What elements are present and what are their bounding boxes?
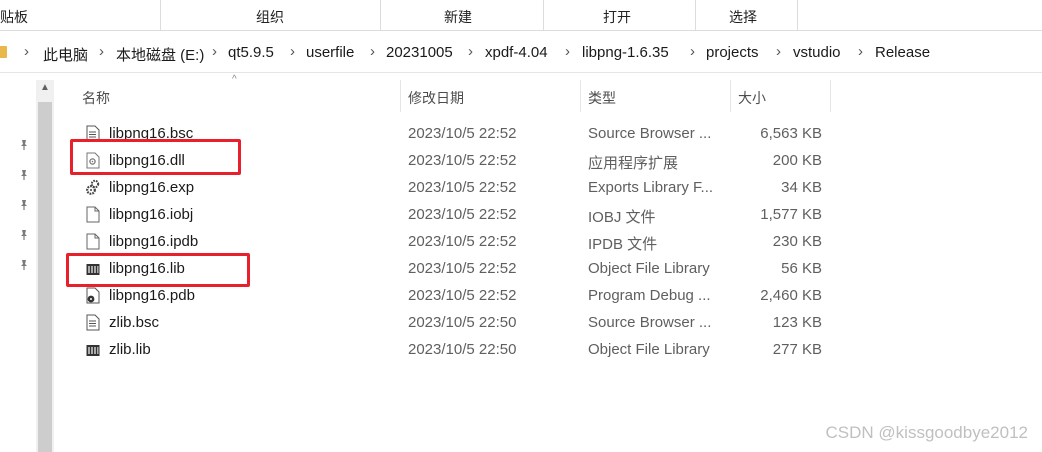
breadcrumb-20231005[interactable]: 20231005 (386, 44, 453, 61)
chevron-right-icon[interactable]: › (690, 43, 695, 60)
sort-ascending-icon: ^ (232, 74, 237, 85)
breadcrumb-userfile[interactable]: userfile (306, 44, 354, 61)
file-name[interactable]: libpng16.exp (109, 179, 194, 196)
file-size: 123 KB (772, 314, 822, 331)
file-name[interactable]: libpng16.pdb (109, 287, 195, 304)
file-type: 应用程序扩展 (588, 155, 679, 172)
pin-icon[interactable] (18, 259, 30, 271)
file-type: Object File Library (588, 341, 710, 358)
file-type: IOBJ 文件 (588, 209, 656, 226)
file-size: 277 KB (772, 341, 822, 358)
chevron-right-icon[interactable]: › (776, 43, 781, 60)
file-date: 2023/10/5 22:50 (408, 314, 517, 331)
file-date: 2023/10/5 22:52 (408, 233, 517, 250)
breadcrumb-qt[interactable]: qt5.9.5 (228, 44, 274, 61)
highlight-box-lib (66, 253, 250, 287)
breadcrumb-libpng[interactable]: libpng-1.6.35 (582, 44, 669, 61)
ribbon-group-open[interactable]: 打开 (603, 7, 631, 27)
file-name[interactable]: libpng16.iobj (109, 206, 193, 223)
file-size: 6,563 KB (760, 125, 822, 142)
file-row[interactable]: libpng16.ipdb 2023/10/5 22:52 IPDB 文件 23… (78, 228, 830, 255)
ribbon: 剪贴板 组织 新建 打开 选择 (0, 0, 1042, 31)
breadcrumb-release[interactable]: Release (875, 44, 930, 61)
debug-file-icon (86, 287, 100, 304)
file-date: 2023/10/5 22:52 (408, 206, 517, 223)
ribbon-group-organize[interactable]: 组织 (256, 7, 284, 27)
column-header-type[interactable]: 类型 (588, 88, 616, 108)
chevron-right-icon[interactable]: › (212, 43, 217, 60)
file-type: Source Browser ... (588, 125, 712, 142)
breadcrumb[interactable]: › 此电脑 › 本地磁盘 (E:) › qt5.9.5 › userfile ›… (0, 38, 1042, 68)
column-divider[interactable] (580, 80, 581, 112)
file-date: 2023/10/5 22:52 (408, 125, 517, 142)
column-header-date[interactable]: 修改日期 (408, 88, 464, 108)
file-type: Object File Library (588, 260, 710, 277)
folder-icon (0, 46, 7, 58)
file-row[interactable]: libpng16.exp 2023/10/5 22:52 Exports Lib… (78, 174, 830, 201)
ribbon-divider (380, 0, 381, 30)
chevron-right-icon[interactable]: › (858, 43, 863, 60)
file-type: Source Browser ... (588, 314, 712, 331)
gears-icon (86, 179, 100, 195)
file-size: 34 KB (781, 179, 822, 196)
file-size: 200 KB (772, 152, 822, 169)
ribbon-divider (543, 0, 544, 30)
ribbon-group-select[interactable]: 选择 (729, 7, 757, 27)
chevron-right-icon[interactable]: › (290, 43, 295, 60)
pin-icon[interactable] (18, 169, 30, 181)
file-date: 2023/10/5 22:52 (408, 179, 517, 196)
column-divider[interactable] (400, 80, 401, 112)
file-type: Program Debug ... (588, 287, 711, 304)
scroll-up-arrow-icon[interactable]: ▲ (40, 82, 50, 93)
chevron-right-icon[interactable]: › (99, 43, 104, 60)
file-name[interactable]: libpng16.ipdb (109, 233, 198, 250)
file-name[interactable]: zlib.lib (109, 341, 151, 358)
chevron-right-icon[interactable]: › (565, 43, 570, 60)
chevron-right-icon[interactable]: › (468, 43, 473, 60)
column-header-name[interactable]: 名称 (82, 88, 110, 108)
column-divider[interactable] (730, 80, 731, 112)
column-divider[interactable] (830, 80, 831, 112)
ribbon-divider (160, 0, 161, 30)
file-date: 2023/10/5 22:50 (408, 341, 517, 358)
breadcrumb-this-pc[interactable]: 此电脑 (43, 44, 88, 65)
ribbon-divider (797, 0, 798, 30)
file-size: 56 KB (781, 260, 822, 277)
file-size: 230 KB (772, 233, 822, 250)
pin-icon[interactable] (18, 229, 30, 241)
scrollbar-thumb[interactable] (38, 102, 52, 452)
file-size: 2,460 KB (760, 287, 822, 304)
blank-file-icon (86, 206, 100, 223)
address-bar-border (0, 72, 1042, 73)
watermark: CSDN @kissgoodbye2012 (825, 423, 1028, 442)
file-row[interactable]: libpng16.iobj 2023/10/5 22:52 IOBJ 文件 1,… (78, 201, 830, 228)
ribbon-group-clipboard[interactable]: 剪贴板 (0, 7, 28, 27)
blank-file-icon (86, 233, 100, 250)
file-date: 2023/10/5 22:52 (408, 260, 517, 277)
pin-icon[interactable] (18, 139, 30, 151)
document-icon (86, 314, 100, 331)
ribbon-group-new[interactable]: 新建 (444, 7, 472, 27)
file-row[interactable]: zlib.bsc 2023/10/5 22:50 Source Browser … (78, 309, 830, 336)
file-row[interactable]: zlib.lib 2023/10/5 22:50 Object File Lib… (78, 336, 830, 363)
pin-icon[interactable] (18, 199, 30, 211)
breadcrumb-vstudio[interactable]: vstudio (793, 44, 841, 61)
chevron-right-icon[interactable]: › (370, 43, 375, 60)
column-header-size[interactable]: 大小 (738, 88, 766, 108)
chevron-right-icon[interactable]: › (24, 43, 29, 60)
file-name[interactable]: zlib.bsc (109, 314, 159, 331)
highlight-box-dll (70, 139, 241, 175)
ribbon-bottom-border (0, 30, 1042, 31)
breadcrumb-drive-e[interactable]: 本地磁盘 (E:) (116, 44, 204, 65)
file-type: Exports Library F... (588, 179, 714, 196)
ribbon-divider (695, 0, 696, 30)
breadcrumb-xpdf[interactable]: xpdf-4.04 (485, 44, 548, 61)
file-size: 1,577 KB (760, 206, 822, 223)
library-icon (86, 345, 100, 356)
file-date: 2023/10/5 22:52 (408, 152, 517, 169)
file-date: 2023/10/5 22:52 (408, 287, 517, 304)
breadcrumb-projects[interactable]: projects (706, 44, 759, 61)
file-type: IPDB 文件 (588, 236, 658, 253)
